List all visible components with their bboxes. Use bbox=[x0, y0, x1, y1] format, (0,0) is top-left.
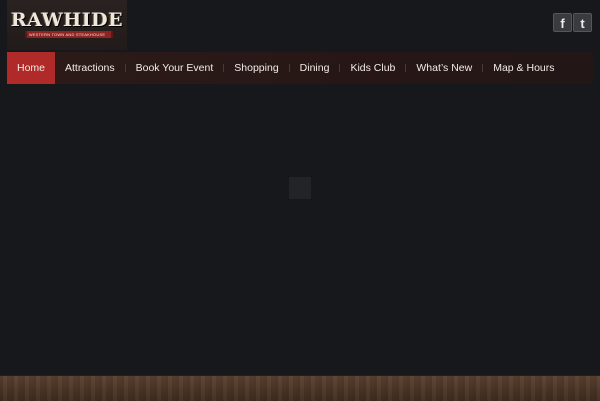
facebook-icon[interactable]: f bbox=[553, 13, 572, 32]
nav-item-shopping[interactable]: Shopping bbox=[224, 52, 288, 84]
logo-tagline: WESTERN TOWN AND STEAKHOUSE bbox=[28, 32, 106, 37]
nav-item-attractions[interactable]: Attractions bbox=[55, 52, 125, 84]
loading-indicator bbox=[289, 177, 311, 199]
logo-title: RAWHIDE bbox=[10, 9, 124, 31]
nav-item-home[interactable]: Home bbox=[7, 52, 56, 84]
nav-item-book-your-event[interactable]: Book Your Event bbox=[126, 52, 224, 84]
site-logo[interactable]: RAWHIDE WESTERN TOWN AND STEAKHOUSE bbox=[7, 0, 127, 50]
footer-wood-panel bbox=[0, 375, 600, 401]
nav-item-kids-club[interactable]: Kids Club bbox=[340, 52, 405, 84]
twitter-icon[interactable]: t bbox=[573, 13, 592, 32]
main-nav: Home Attractions Book Your Event Shoppin… bbox=[7, 52, 593, 84]
nav-item-whats-new[interactable]: What’s New bbox=[406, 52, 482, 84]
nav-item-map-hours[interactable]: Map & Hours bbox=[483, 52, 564, 84]
nav-item-dining[interactable]: Dining bbox=[290, 52, 340, 84]
